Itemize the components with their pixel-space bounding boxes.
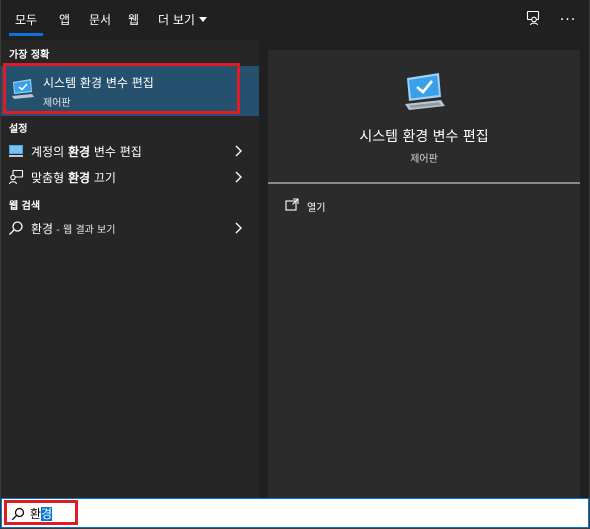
tab-all[interactable]: 모두 (8, 0, 44, 40)
label-suffix: 변수 편집 (90, 145, 142, 159)
search-input[interactable]: 환경 (30, 505, 53, 522)
filter-tab-bar: 모두 앱 문서 웹 더 보기 ··· (1, 0, 589, 40)
label-prefix: 맞춤형 (31, 171, 68, 185)
label-suffix: - 웹 결과 보기 (53, 225, 116, 236)
web-search-label: 환경 - 웹 결과 보기 (31, 220, 115, 237)
chevron-right-icon (235, 222, 242, 234)
detail-pane: 시스템 환경 변수 편집 제어판 열기 (268, 50, 580, 498)
tab-documents[interactable]: 문서 (89, 0, 111, 40)
section-settings: 설정 (9, 124, 28, 135)
label-match: 환경 (67, 171, 91, 185)
results-list: 가장 정확 시스템 환경 변수 편집 제어판 설정 계정의 환경 변수 편집 맞… (1, 40, 259, 498)
web-search-item[interactable]: 환경 - 웹 결과 보기 (1, 215, 259, 241)
settings-item-custom-env[interactable]: 맞춤형 환경 끄기 (1, 164, 259, 190)
chevron-right-icon (235, 145, 242, 157)
label-suffix: 끄기 (90, 171, 116, 185)
best-match-subtitle: 제어판 (43, 98, 71, 109)
settings-item-account-env[interactable]: 계정의 환경 변수 편집 (1, 138, 259, 164)
search-typed-text: 환 (30, 507, 42, 521)
monitor-settings-icon (9, 145, 23, 157)
chevron-right-icon (235, 171, 242, 183)
best-match-title: 시스템 환경 변수 편집 (43, 76, 154, 90)
open-window-icon (285, 198, 299, 211)
chevron-down-icon (198, 17, 207, 22)
detail-subtitle: 제어판 (410, 154, 438, 165)
label-match: 환경 (67, 145, 91, 159)
search-icon (11, 507, 25, 521)
tab-apps[interactable]: 앱 (59, 0, 70, 40)
search-selected-text: 경 (41, 507, 53, 521)
section-best-match: 가장 정확 (9, 50, 50, 61)
person-feedback-icon[interactable] (524, 10, 544, 30)
person-chat-icon (8, 169, 24, 185)
label-match: 환경 (31, 222, 54, 236)
open-action-label: 열기 (307, 203, 326, 214)
monitor-check-icon (405, 73, 445, 110)
monitor-check-icon (12, 79, 34, 99)
tab-more-label: 더 보기 (158, 13, 195, 27)
settings-item-label: 맞춤형 환경 끄기 (31, 169, 116, 186)
divider (268, 182, 580, 184)
tab-more[interactable]: 더 보기 (158, 0, 207, 40)
best-match-item[interactable]: 시스템 환경 변수 편집 제어판 (1, 66, 259, 116)
ellipsis-icon[interactable]: ··· (558, 10, 578, 30)
tab-web[interactable]: 웹 (128, 0, 139, 40)
detail-title: 시스템 환경 변수 편집 (359, 129, 489, 145)
label-prefix: 계정의 (31, 145, 68, 159)
search-icon (9, 221, 23, 235)
section-web-search: 웹 검색 (9, 201, 41, 212)
settings-item-label: 계정의 환경 변수 편집 (31, 143, 142, 160)
search-bar[interactable]: 환경 (1, 498, 589, 528)
